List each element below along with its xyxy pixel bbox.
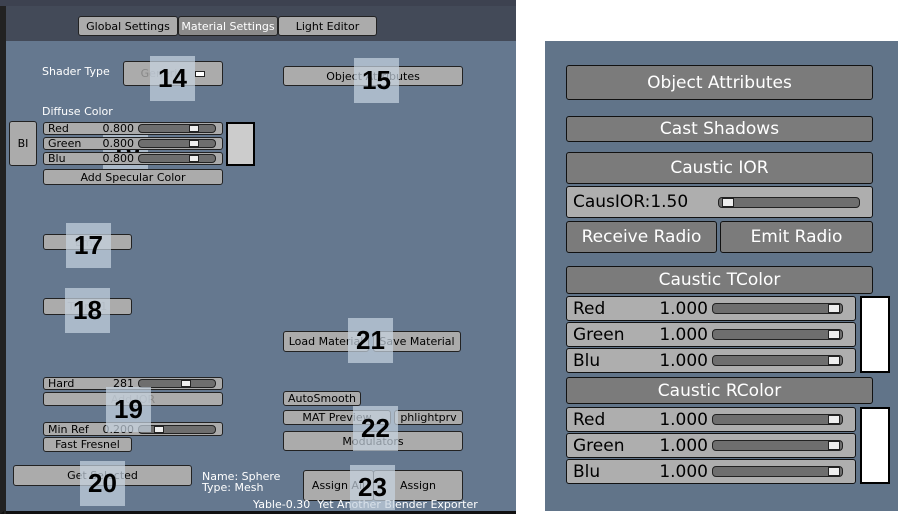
hard-label: Hard bbox=[48, 377, 75, 390]
rcolor-swatch[interactable] bbox=[860, 407, 890, 484]
phlightprv-button[interactable]: phlightprv bbox=[394, 410, 463, 425]
marker-17: 17 bbox=[66, 223, 111, 268]
marker-22: 22 bbox=[353, 406, 398, 451]
marker-20: 20 bbox=[80, 461, 125, 506]
emit-radio-button[interactable]: Emit Radio bbox=[720, 221, 873, 253]
slider-knob[interactable] bbox=[828, 330, 840, 339]
slider-value: 1.000 bbox=[659, 298, 708, 319]
autosmooth-button[interactable]: AutoSmooth bbox=[283, 391, 361, 406]
slider-value: 1.000 bbox=[659, 435, 708, 456]
marker-19: 19 bbox=[106, 387, 151, 432]
slider-label: Blu bbox=[573, 461, 601, 482]
tcolor-red-slider[interactable]: Red 1.000 bbox=[566, 296, 856, 321]
slider-value: 1.000 bbox=[659, 324, 708, 345]
slider-value: 0.800 bbox=[102, 122, 135, 135]
slider-label: Green bbox=[573, 324, 625, 345]
tab-light-editor[interactable]: Light Editor bbox=[278, 16, 377, 36]
caustic-tcolor-button[interactable]: Caustic TColor bbox=[566, 266, 873, 294]
slider-knob[interactable] bbox=[828, 356, 840, 365]
diffuse-green-slider[interactable]: Green 0.800 bbox=[43, 137, 223, 150]
slider-knob[interactable] bbox=[188, 155, 199, 162]
caustic-rcolor-button[interactable]: Caustic RColor bbox=[566, 377, 873, 404]
dropdown-icon bbox=[195, 70, 206, 77]
slider-knob[interactable] bbox=[154, 425, 165, 433]
marker-15: 15 bbox=[354, 58, 399, 103]
slider-label: Green bbox=[48, 137, 82, 150]
receive-radio-button[interactable]: Receive Radio bbox=[566, 221, 717, 253]
slider-label: Blu bbox=[573, 350, 601, 371]
slider-label: Green bbox=[573, 435, 625, 456]
marker-23: 23 bbox=[350, 465, 395, 510]
slider-track[interactable] bbox=[138, 154, 216, 163]
cast-shadows-button[interactable]: Cast Shadows bbox=[566, 116, 873, 142]
caustic-ior-button[interactable]: Caustic IOR bbox=[566, 152, 873, 184]
slider-track[interactable] bbox=[712, 329, 843, 340]
caus-ior-slider[interactable]: CausIOR:1.50 bbox=[566, 186, 873, 218]
slider-value: 0.800 bbox=[102, 137, 135, 150]
marker-14: 14 bbox=[150, 56, 195, 101]
slider-knob[interactable] bbox=[721, 197, 734, 207]
slider-track[interactable] bbox=[712, 466, 843, 477]
rcolor-green-slider[interactable]: Green 1.000 bbox=[566, 433, 856, 458]
slider-track[interactable] bbox=[712, 303, 843, 314]
slider-track[interactable] bbox=[712, 355, 843, 366]
diffuse-color-swatch[interactable] bbox=[226, 122, 255, 166]
slider-track[interactable] bbox=[712, 440, 843, 451]
slider-label: Red bbox=[48, 122, 69, 135]
bi-button[interactable]: BI bbox=[9, 121, 37, 166]
slider-value: 0.800 bbox=[102, 152, 135, 165]
slider-knob[interactable] bbox=[188, 140, 199, 147]
tab-global-settings[interactable]: Global Settings bbox=[78, 16, 178, 36]
object-type: Type: Mesh bbox=[202, 481, 264, 494]
slider-knob[interactable] bbox=[828, 467, 840, 476]
slider-track[interactable] bbox=[718, 196, 860, 208]
slider-track[interactable] bbox=[138, 139, 216, 148]
object-attributes-header[interactable]: Object Attributes bbox=[566, 65, 873, 100]
slider-knob[interactable] bbox=[828, 415, 840, 424]
caus-ior-label: CausIOR:1.50 bbox=[573, 192, 689, 212]
tcolor-green-slider[interactable]: Green 1.000 bbox=[566, 322, 856, 347]
slider-value: 1.000 bbox=[659, 409, 708, 430]
slider-label: Red bbox=[573, 298, 606, 319]
add-specular-color-button[interactable]: Add Specular Color bbox=[43, 169, 223, 185]
fast-fresnel-button[interactable]: Fast Fresnel bbox=[43, 437, 132, 452]
tcolor-swatch[interactable] bbox=[860, 296, 890, 373]
slider-label: Red bbox=[573, 409, 606, 430]
slider-knob[interactable] bbox=[828, 441, 840, 450]
min-ref-label: Min Ref bbox=[48, 422, 89, 436]
shader-type-label: Shader Type bbox=[42, 65, 110, 78]
slider-value: 1.000 bbox=[659, 461, 708, 482]
diffuse-red-slider[interactable]: Red 0.800 bbox=[43, 122, 223, 135]
slider-value: 1.000 bbox=[659, 350, 708, 371]
slider-knob[interactable] bbox=[180, 380, 191, 387]
rcolor-red-slider[interactable]: Red 1.000 bbox=[566, 407, 856, 432]
tcolor-blu-slider[interactable]: Blu 1.000 bbox=[566, 348, 856, 373]
marker-18: 18 bbox=[65, 288, 110, 333]
slider-label: Blu bbox=[48, 152, 66, 165]
slider-track[interactable] bbox=[712, 414, 843, 425]
divider bbox=[4, 0, 6, 514]
rcolor-blu-slider[interactable]: Blu 1.000 bbox=[566, 459, 856, 484]
slider-track[interactable] bbox=[138, 124, 216, 133]
diffuse-color-label: Diffuse Color bbox=[42, 105, 113, 118]
slider-knob[interactable] bbox=[828, 304, 840, 313]
tab-material-settings[interactable]: Material Settings bbox=[178, 16, 278, 36]
slider-knob[interactable] bbox=[188, 125, 199, 132]
diffuse-blu-slider[interactable]: Blu 0.800 bbox=[43, 152, 223, 165]
marker-21: 21 bbox=[348, 318, 393, 363]
